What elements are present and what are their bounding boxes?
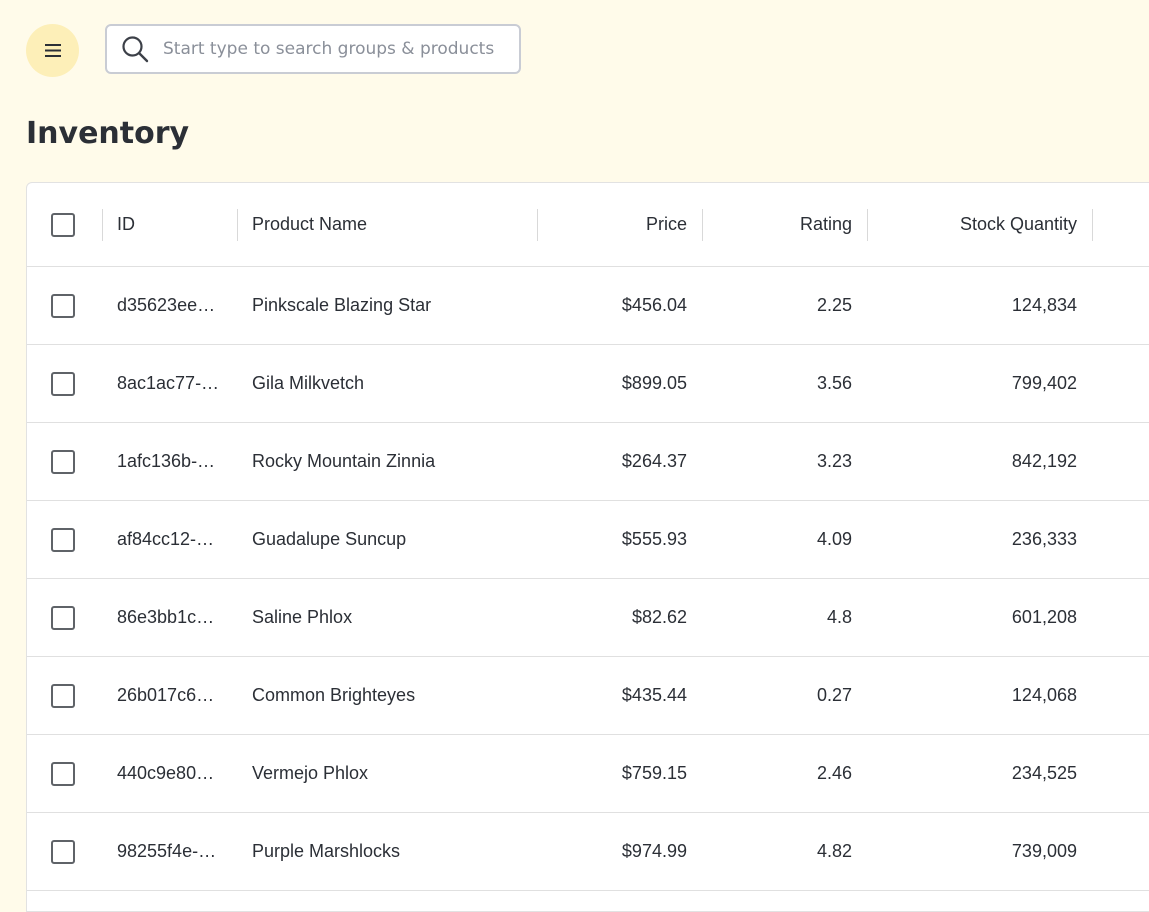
table-row[interactable]: 1afc136b-… Rocky Mountain Zinnia $264.37… — [27, 423, 1149, 501]
row-select-cell — [51, 813, 81, 890]
cell-rating: 3.23 — [816, 451, 852, 471]
column-separator[interactable] — [537, 209, 538, 241]
column-separator[interactable] — [867, 209, 868, 241]
column-separator[interactable] — [702, 209, 703, 241]
table-row[interactable]: 26b017c6… Common Brighteyes $435.44 0.27… — [27, 657, 1149, 735]
cell-id: af84cc12-… — [117, 529, 215, 549]
row-checkbox[interactable] — [51, 761, 75, 786]
search-icon — [121, 35, 149, 63]
cell-rating: 4.8 — [826, 607, 852, 627]
page-title: Inventory — [26, 116, 190, 151]
cell-price: $435.44 — [621, 685, 687, 705]
row-checkbox[interactable] — [51, 527, 75, 552]
cell-price: $759.15 — [621, 763, 687, 783]
cell-id: d35623ee… — [117, 295, 216, 315]
cell-price: $264.37 — [621, 451, 687, 471]
cell-rating: 3.56 — [816, 373, 852, 393]
cell-id: 86e3bb1c… — [117, 607, 215, 627]
column-separator[interactable] — [237, 209, 238, 241]
inventory-table: ID Product Name Price Rating Stock Quant… — [26, 182, 1149, 912]
row-select-cell — [51, 423, 81, 500]
row-select-cell — [51, 267, 81, 344]
table-row[interactable]: 98255f4e-… Purple Marshlocks $974.99 4.8… — [27, 813, 1149, 891]
cell-product-name: Pinkscale Blazing Star — [252, 295, 432, 315]
table-header-row: ID Product Name Price Rating Stock Quant… — [27, 183, 1149, 267]
cell-stock-quantity: 842,192 — [1011, 451, 1077, 471]
row-checkbox[interactable] — [51, 605, 75, 630]
select-all-cell — [51, 183, 81, 266]
cell-rating: 4.82 — [816, 841, 852, 861]
cell-product-name: Vermejo Phlox — [252, 763, 369, 783]
cell-stock-quantity: 739,009 — [1011, 841, 1077, 861]
cell-rating: 0.27 — [816, 685, 852, 705]
column-header-stock-quantity[interactable]: Stock Quantity — [887, 183, 1077, 266]
column-separator[interactable] — [1092, 209, 1093, 241]
table-row[interactable]: af84cc12-… Guadalupe Suncup $555.93 4.09… — [27, 501, 1149, 579]
row-checkbox[interactable] — [51, 449, 75, 474]
cell-price: $974.99 — [621, 841, 687, 861]
table-row[interactable]: 8ac1ac77-… Gila Milkvetch $899.05 3.56 7… — [27, 345, 1149, 423]
row-checkbox[interactable] — [51, 371, 75, 396]
cell-price: $899.05 — [621, 373, 687, 393]
cell-id: 26b017c6… — [117, 685, 215, 705]
cell-price: $82.62 — [631, 607, 687, 627]
row-select-cell — [51, 579, 81, 656]
top-bar — [0, 0, 1149, 100]
cell-product-name: Rocky Mountain Zinnia — [252, 451, 436, 471]
search-box[interactable] — [105, 24, 521, 74]
cell-stock-quantity: 799,402 — [1011, 373, 1077, 393]
cell-product-name: Purple Marshlocks — [252, 841, 401, 861]
cell-rating: 4.09 — [816, 529, 852, 549]
table-row[interactable]: 440c9e80… Vermejo Phlox $759.15 2.46 234… — [27, 735, 1149, 813]
row-select-cell — [51, 501, 81, 578]
menu-button[interactable] — [26, 24, 79, 77]
cell-id: 1afc136b-… — [117, 451, 216, 471]
cell-product-name: Guadalupe Suncup — [252, 529, 407, 549]
column-separator[interactable] — [102, 209, 103, 241]
cell-stock-quantity: 234,525 — [1011, 763, 1077, 783]
table-row[interactable]: 86e3bb1c… Saline Phlox $82.62 4.8 601,20… — [27, 579, 1149, 657]
cell-product-name: Gila Milkvetch — [252, 373, 365, 393]
cell-stock-quantity: 124,068 — [1011, 685, 1077, 705]
cell-id: 98255f4e-… — [117, 841, 217, 861]
row-checkbox[interactable] — [51, 839, 75, 864]
search-input[interactable] — [161, 38, 505, 60]
cell-id: 8ac1ac77-… — [117, 373, 220, 393]
table-row[interactable]: d35623ee… Pinkscale Blazing Star $456.04… — [27, 267, 1149, 345]
cell-id: 440c9e80… — [117, 763, 215, 783]
select-all-checkbox[interactable] — [51, 212, 75, 237]
row-checkbox[interactable] — [51, 683, 75, 708]
column-header-product-name[interactable]: Product Name — [252, 183, 532, 266]
cell-rating: 2.25 — [816, 295, 852, 315]
cell-stock-quantity: 601,208 — [1011, 607, 1077, 627]
menu-icon — [44, 44, 61, 57]
row-select-cell — [51, 735, 81, 812]
cell-stock-quantity: 124,834 — [1011, 295, 1077, 315]
column-header-rating[interactable]: Rating — [717, 183, 852, 266]
row-checkbox[interactable] — [51, 293, 75, 318]
row-select-cell — [51, 345, 81, 422]
row-select-cell — [51, 657, 81, 734]
cell-product-name: Saline Phlox — [252, 607, 353, 627]
cell-price: $555.93 — [621, 529, 687, 549]
column-header-price[interactable]: Price — [547, 183, 687, 266]
column-header-id[interactable]: ID — [117, 183, 223, 266]
cell-rating: 2.46 — [816, 763, 852, 783]
cell-product-name: Common Brighteyes — [252, 685, 416, 705]
cell-stock-quantity: 236,333 — [1011, 529, 1077, 549]
cell-price: $456.04 — [621, 295, 687, 315]
